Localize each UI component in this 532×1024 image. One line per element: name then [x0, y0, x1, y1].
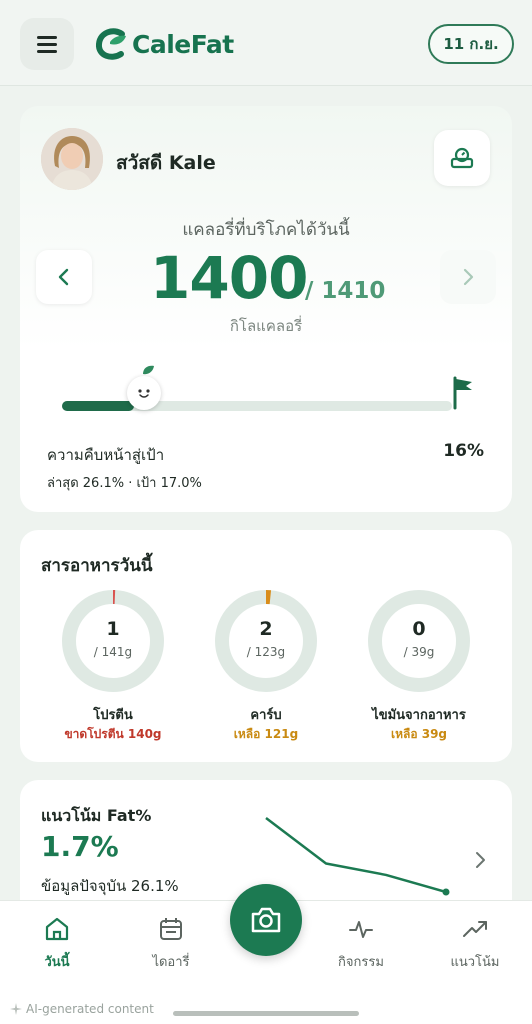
fat-goal: / 39g — [403, 645, 435, 659]
calendar-icon — [160, 918, 182, 940]
carb-goal: / 123g — [246, 645, 286, 659]
avatar[interactable] — [41, 128, 103, 190]
greeting: สวัสดี Kale — [116, 152, 216, 174]
scale-button[interactable] — [434, 130, 490, 186]
trend-title: แนวโน้ม Fat% — [41, 806, 152, 825]
previous-day-button[interactable] — [36, 250, 92, 304]
progress-percent: 16% — [443, 441, 484, 461]
progress-label: ความคืบหน้าสู่เป้า — [47, 446, 165, 464]
trend-sparkline — [265, 817, 450, 896]
tab-today-label: วันนี้ — [44, 955, 70, 970]
calorie-unit: กิโลแคลอรี่ — [229, 317, 303, 335]
chevron-right-icon — [463, 268, 474, 286]
logo-text: CaleFat — [132, 29, 234, 59]
progress-track — [62, 401, 452, 411]
carb-label: คาร์บ — [250, 708, 282, 723]
camera-icon — [251, 907, 281, 933]
ai-note-text: AI-generated content — [26, 1002, 154, 1016]
carb-ring[interactable]: 2 / 123g — [213, 588, 319, 694]
top-bar: CaleFat 11 ก.ย. — [0, 0, 532, 86]
trend-icon — [463, 921, 487, 937]
goal-flag-icon — [453, 376, 472, 410]
menu-icon — [37, 35, 57, 39]
trend-last-point — [442, 888, 450, 896]
carb-value: 2 — [259, 618, 273, 640]
sparkle-icon — [10, 1003, 22, 1015]
tab-diary[interactable]: ไดอารี่ — [126, 915, 216, 972]
tab-diary-label: ไดอารี่ — [152, 955, 190, 970]
calorie-goal: / 1410 — [305, 278, 386, 304]
fat-label: ไขมันจากอาหาร — [372, 708, 466, 723]
trend-value: 1.7% — [41, 830, 119, 863]
calorie-label: แคลอรี่ที่บริโภคได้วันนี้ — [182, 220, 350, 240]
fat-ring-chart — [368, 590, 470, 692]
logo-leaf-icon — [96, 28, 126, 60]
calorie-value: 1400 — [150, 244, 308, 312]
activity-icon — [349, 921, 373, 938]
home-indicator[interactable] — [173, 1011, 359, 1016]
menu-button[interactable] — [20, 18, 74, 70]
ai-generated-note: AI-generated content — [10, 1002, 154, 1016]
tab-activity[interactable]: กิจกรรม — [316, 915, 406, 972]
avatar-photo — [41, 128, 103, 190]
leaf-icon — [143, 365, 155, 375]
protein-ring[interactable]: 1 / 141g — [60, 588, 166, 694]
carb-ring-chart — [215, 590, 317, 692]
trend-line — [265, 817, 447, 894]
chevron-left-icon — [58, 268, 69, 286]
protein-value: 1 — [106, 618, 120, 640]
smiley-face-icon — [138, 389, 150, 398]
fat-ring[interactable]: 0 / 39g — [366, 588, 472, 694]
carb-note: เหลือ 121g — [233, 727, 299, 741]
app-logo: CaleFat — [94, 24, 234, 64]
home-icon — [45, 917, 69, 941]
tab-activity-label: กิจกรรม — [338, 955, 384, 970]
nutrients-title: สารอาหารวันนี้ — [41, 556, 153, 576]
progress-subtext: ล่าสุด 26.1% · เป้า 17.0% — [47, 476, 202, 491]
camera-button[interactable] — [230, 884, 302, 956]
tab-today[interactable]: วันนี้ — [12, 915, 102, 972]
nutrients-card: สารอาหารวันนี้ 1 / 141g โปรตีน ขาดโปรตีน… — [20, 530, 512, 762]
protein-goal: / 141g — [93, 645, 133, 659]
next-day-button[interactable] — [440, 250, 496, 304]
scale-icon — [450, 147, 474, 169]
protein-ring-chart — [62, 590, 164, 692]
protein-label: โปรตีน — [93, 708, 133, 723]
trend-current: ข้อมูลปัจจุบัน 26.1% — [41, 877, 179, 895]
protein-note: ขาดโปรตีน 140g — [64, 727, 162, 741]
progress-fill — [62, 401, 135, 411]
tab-trend-label: แนวโน้ม — [450, 955, 500, 970]
calorie-card: สวัสดี Kale แคลอรี่ที่บริโภคได้วันนี้ 14… — [20, 106, 512, 512]
date-chip[interactable]: 11 ก.ย. — [428, 24, 514, 64]
chevron-right-icon[interactable] — [470, 850, 490, 870]
fat-value: 0 — [412, 618, 426, 640]
fat-note: เหลือ 39g — [390, 727, 448, 741]
tab-trend[interactable]: แนวโน้ม — [430, 915, 520, 972]
